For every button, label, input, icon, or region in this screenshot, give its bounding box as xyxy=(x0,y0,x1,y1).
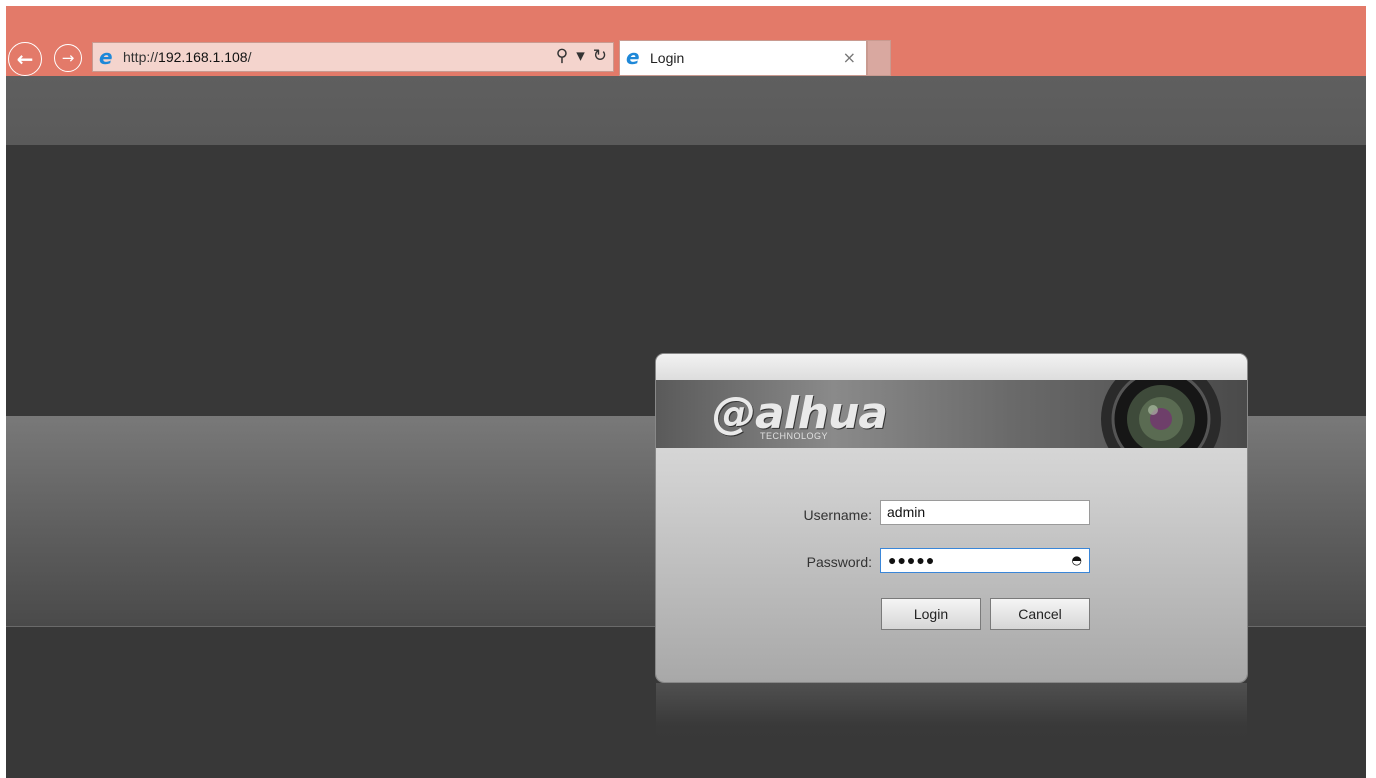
tab-title: Login xyxy=(650,50,685,66)
eye-icon[interactable]: ◓ xyxy=(1072,553,1082,567)
login-dialog: @alhua TECHNOLOGY Username: admin Passwo… xyxy=(656,354,1247,682)
brand-banner: @alhua TECHNOLOGY xyxy=(656,380,1247,448)
address-url[interactable]: http://192.168.1.108/ xyxy=(123,49,251,65)
dialog-reflection xyxy=(656,683,1247,743)
brand-subtitle: TECHNOLOGY xyxy=(760,431,829,441)
refresh-icon[interactable]: ↻ xyxy=(593,46,607,66)
password-mask: ●●●●● xyxy=(888,552,936,568)
username-label: Username: xyxy=(803,507,872,523)
login-button[interactable]: Login xyxy=(881,598,981,630)
address-tools: ⚲ ▾ ↻ xyxy=(556,46,607,66)
search-icon[interactable]: ⚲ xyxy=(556,46,568,66)
password-input[interactable]: ●●●●● ◓ xyxy=(880,548,1090,573)
url-host: 192.168.1.108 xyxy=(158,49,248,65)
address-bar[interactable]: e http://192.168.1.108/ ⚲ ▾ ↻ xyxy=(92,42,614,72)
url-suffix: / xyxy=(247,49,252,65)
forward-arrow-icon: → xyxy=(61,49,75,67)
back-arrow-icon: ← xyxy=(16,47,34,71)
url-prefix: http:// xyxy=(123,49,159,65)
close-icon[interactable]: × xyxy=(843,48,856,67)
back-button[interactable]: ← xyxy=(8,42,42,76)
password-label: Password: xyxy=(806,554,872,570)
ie-logo-icon: e xyxy=(99,45,113,69)
cancel-button[interactable]: Cancel xyxy=(990,598,1090,630)
new-tab-button[interactable] xyxy=(867,40,891,76)
username-input[interactable]: admin xyxy=(880,500,1090,525)
forward-button[interactable]: → xyxy=(54,44,82,72)
camera-lens-icon xyxy=(1101,380,1221,448)
tab-login[interactable]: e Login × xyxy=(619,40,867,76)
dialog-top-bar xyxy=(656,354,1247,380)
dropdown-icon[interactable]: ▾ xyxy=(576,46,585,66)
browser-toolbar: ← → e http://192.168.1.108/ ⚲ ▾ ↻ e Logi… xyxy=(6,6,1366,76)
page-header-band xyxy=(6,76,1366,145)
ie-logo-icon: e xyxy=(626,45,640,69)
